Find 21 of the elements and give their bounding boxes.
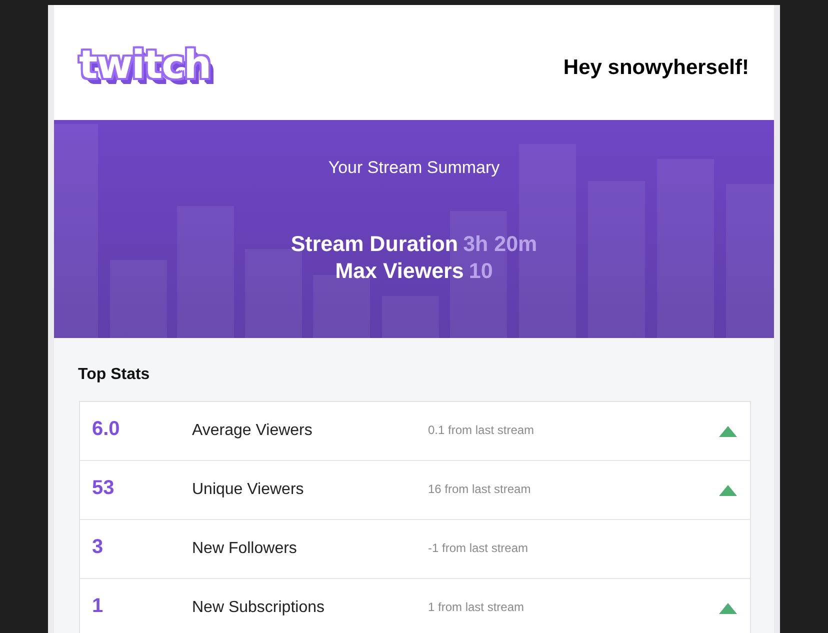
summary-title: Your Stream Summary xyxy=(327,157,501,179)
stat-change: 1 from last stream xyxy=(428,600,526,614)
stat-change: -1 from last stream xyxy=(428,541,530,555)
stat-value: 6.0 xyxy=(92,418,121,440)
stat-value: 1 xyxy=(92,594,104,618)
greeting-heading: Hey snowyherself! xyxy=(563,56,749,80)
stat-value: 53 xyxy=(92,476,116,500)
stat-label: New Followers xyxy=(192,540,298,558)
stat-value: 3 xyxy=(92,536,104,558)
stat-label: New Subscriptions xyxy=(192,599,326,617)
metric-label: Stream Duration xyxy=(290,232,458,256)
metric-value: 3h 20m xyxy=(463,232,538,256)
metric-label: Max Viewers xyxy=(335,259,464,283)
stat-label: Average Viewers xyxy=(192,422,314,440)
stat-label: Unique Viewers xyxy=(192,481,305,499)
stat-change: 0.1 from last stream xyxy=(428,423,536,437)
metric-value: 10 xyxy=(468,259,493,283)
logo: twitch xyxy=(74,42,220,94)
stat-change: 16 from last stream xyxy=(428,482,532,496)
section-heading: Top Stats xyxy=(78,366,151,384)
decorative-bar xyxy=(382,296,439,338)
